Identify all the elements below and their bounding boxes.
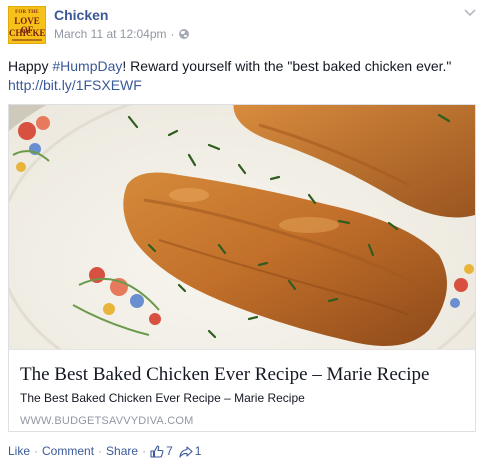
avatar-logo-line-1: FOR THE [15, 10, 39, 15]
timestamp-link[interactable]: March 11 at 12:04pm [54, 27, 167, 41]
card-description: The Best Baked Chicken Ever Recipe – Mar… [20, 391, 305, 405]
action-separator: · [142, 444, 147, 458]
globe-icon[interactable] [178, 29, 189, 39]
share-arrow-icon[interactable] [179, 445, 193, 458]
action-separator: · [34, 444, 39, 458]
message-prefix: Happy [8, 58, 53, 74]
post-actions: Like · Comment · Share · 7 1 [8, 444, 201, 459]
post-url-link[interactable]: http://bit.ly/1FSXEWF [8, 77, 142, 93]
hashtag-link[interactable]: #HumpDay [52, 58, 122, 74]
link-preview-card[interactable]: The Best Baked Chicken Ever Recipe – Mar… [8, 104, 476, 432]
thumbs-up-icon[interactable] [150, 445, 164, 458]
card-image-baked-chicken[interactable] [9, 105, 475, 349]
facebook-post: FOR THE LOVE OF CHICKEN Chicken March 11… [0, 0, 488, 469]
share-link[interactable]: Share [106, 444, 138, 459]
page-name-link[interactable]: Chicken [54, 7, 108, 23]
comment-link[interactable]: Comment [42, 444, 94, 459]
chevron-down-icon[interactable] [464, 8, 476, 18]
avatar-logo-line-3: CHICKEN [9, 28, 46, 38]
card-text-area[interactable]: The Best Baked Chicken Ever Recipe – Mar… [9, 349, 475, 431]
post-message: Happy #HumpDay! Reward yourself with the… [8, 57, 482, 95]
message-suffix: ! Reward yourself with the "best baked c… [122, 58, 452, 74]
card-title[interactable]: The Best Baked Chicken Ever Recipe – Mar… [20, 364, 429, 386]
like-link[interactable]: Like [8, 444, 30, 459]
post-meta: March 11 at 12:04pm · [54, 27, 189, 41]
share-count[interactable]: 1 [195, 444, 202, 459]
avatar[interactable]: FOR THE LOVE OF CHICKEN [8, 6, 46, 44]
avatar-logo-underline [12, 39, 42, 41]
card-domain: WWW.BUDGETSAVVYDIVA.COM [20, 415, 194, 427]
like-count[interactable]: 7 [166, 444, 173, 459]
meta-separator: · [170, 27, 175, 41]
action-separator: · [98, 444, 103, 458]
